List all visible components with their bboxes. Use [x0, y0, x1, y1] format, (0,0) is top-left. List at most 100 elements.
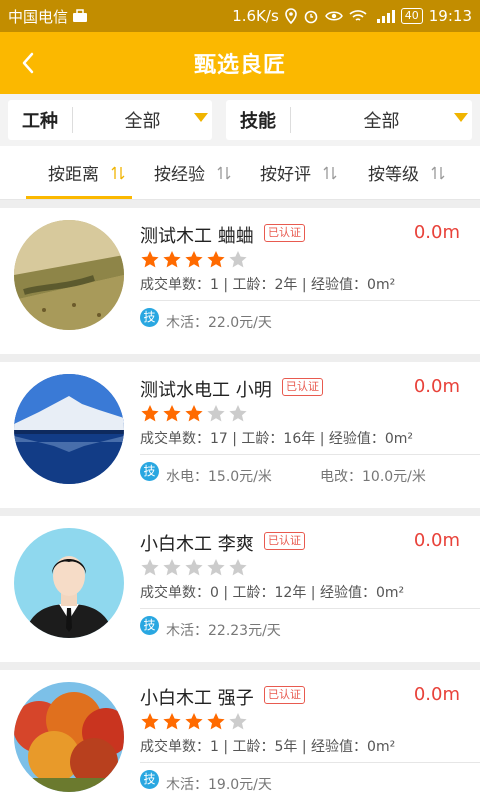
active-tab-indicator	[26, 196, 132, 199]
craftsman-stats: 成交单数：0 | 工龄：12年 | 经验值：0m²	[140, 585, 405, 601]
star-filled-icon	[185, 251, 203, 268]
rating-stars	[140, 404, 248, 423]
status-bar: 中国电信 1.6K/s 40 19:13	[0, 0, 480, 32]
rating-stars	[140, 558, 248, 577]
star-empty-icon	[141, 559, 159, 576]
eye-icon	[324, 11, 343, 21]
craftsman-card[interactable]: 测试木工 蛐蛐 已认证 0.0m 成交单数：1 | 工龄：2年 | 经验值：0m…	[0, 208, 480, 354]
skill-price: 电改：10.0元/米	[320, 469, 426, 485]
card-divider	[140, 454, 480, 455]
distance-label: 0.0m	[413, 376, 460, 397]
skill-label: 技能	[240, 111, 276, 132]
sort-arrows-icon	[323, 166, 337, 179]
avatar	[14, 682, 124, 792]
sort-tab-label: 按经验	[154, 165, 205, 185]
battery-indicator: 40	[400, 8, 423, 24]
sort-tab-label: 按等级	[368, 165, 419, 185]
verified-badge: 已认证	[264, 224, 305, 242]
star-empty-icon	[207, 559, 225, 576]
star-empty-icon	[163, 559, 181, 576]
craftsman-name: 小白木工 李爽	[140, 534, 254, 555]
avatar	[14, 528, 124, 638]
craftsman-name: 测试水电工 小明	[140, 380, 272, 401]
clock: 19:13	[428, 7, 472, 25]
skill-price: 木活：19.0元/天	[166, 777, 272, 793]
verified-badge: 已认证	[264, 532, 305, 550]
trade-type-value: 全部	[124, 111, 161, 132]
sort-tab-experience[interactable]: 按经验	[154, 146, 231, 199]
star-filled-icon	[207, 251, 225, 268]
sort-bar: 按距离 按经验 按好评 按等级	[0, 146, 480, 200]
star-filled-icon	[163, 405, 181, 422]
skill-icon: 技	[140, 616, 159, 635]
sort-tab-level[interactable]: 按等级	[368, 146, 445, 199]
sort-arrows-icon	[111, 166, 125, 179]
distance-label: 0.0m	[413, 222, 460, 243]
distance-label: 0.0m	[413, 684, 460, 705]
rating-stars	[140, 250, 248, 269]
star-empty-icon	[207, 405, 225, 422]
field-landscape-image	[14, 220, 124, 330]
star-filled-icon	[141, 713, 159, 730]
craftsman-name: 测试木工 蛐蛐	[140, 226, 254, 247]
star-filled-icon	[163, 251, 181, 268]
location-icon	[284, 8, 297, 24]
sort-tab-label: 按距离	[48, 165, 99, 185]
back-arrow-icon[interactable]	[14, 48, 44, 78]
lake-mountain-image	[14, 374, 124, 484]
skill-price: 木活：22.0元/天	[166, 315, 272, 331]
status-right: 1.6K/s 40 19:13	[232, 7, 472, 25]
dropdown-arrow-icon	[194, 113, 208, 122]
verified-badge: 已认证	[282, 378, 323, 396]
sort-arrows-icon	[431, 166, 445, 179]
star-filled-icon	[185, 713, 203, 730]
card-divider	[140, 762, 480, 763]
dropdown-arrow-icon	[454, 113, 468, 122]
signal-icon	[376, 10, 395, 23]
businessman-image	[14, 528, 124, 638]
page-title: 甄选良匠	[193, 53, 286, 78]
skill-price: 水电：15.0元/米	[166, 469, 272, 485]
rating-stars	[140, 712, 248, 731]
network-speed: 1.6K/s	[232, 7, 279, 25]
skill-icon: 技	[140, 770, 159, 789]
avatar	[14, 220, 124, 330]
trade-type-label: 工种	[22, 111, 58, 132]
star-filled-icon	[141, 405, 159, 422]
avatar	[14, 374, 124, 484]
star-empty-icon	[229, 251, 247, 268]
card-divider	[140, 300, 480, 301]
trade-type-filter[interactable]: 工种 全部	[8, 100, 212, 140]
distance-label: 0.0m	[413, 530, 460, 551]
title-bar: 甄选良匠	[0, 32, 480, 94]
wifi-icon	[349, 10, 367, 21]
craftsman-stats: 成交单数：1 | 工龄：5年 | 经验值：0m²	[140, 739, 396, 755]
star-empty-icon	[229, 559, 247, 576]
sort-tab-rating[interactable]: 按好评	[260, 146, 337, 199]
card-divider	[140, 608, 480, 609]
star-filled-icon	[141, 251, 159, 268]
skill-value: 全部	[363, 111, 400, 132]
carrier-label: 中国电信	[8, 7, 69, 26]
alarm-icon	[304, 10, 318, 24]
sort-tab-label: 按好评	[260, 165, 311, 185]
star-empty-icon	[229, 405, 247, 422]
briefcase-icon	[73, 9, 88, 22]
star-empty-icon	[185, 559, 203, 576]
star-filled-icon	[185, 405, 203, 422]
filter-bar: 工种 全部 技能 全部	[0, 94, 480, 146]
sort-arrows-icon	[217, 166, 231, 179]
star-filled-icon	[207, 713, 225, 730]
sort-tab-distance[interactable]: 按距离	[48, 146, 125, 199]
skill-icon: 技	[140, 308, 159, 327]
star-empty-icon	[229, 713, 247, 730]
skill-price: 木活：22.23元/天	[166, 623, 281, 639]
craftsman-card[interactable]: 小白木工 李爽 已认证 0.0m 成交单数：0 | 工龄：12年 | 经验值：0…	[0, 516, 480, 662]
star-filled-icon	[163, 713, 181, 730]
craftsman-card[interactable]: 测试水电工 小明 已认证 0.0m 成交单数：17 | 工龄：16年 | 经验值…	[0, 362, 480, 508]
craftsman-stats: 成交单数：1 | 工龄：2年 | 经验值：0m²	[140, 277, 396, 293]
craftsman-name: 小白木工 强子	[140, 688, 254, 709]
craftsman-stats: 成交单数：17 | 工龄：16年 | 经验值：0m²	[140, 431, 414, 447]
skill-filter[interactable]: 技能 全部	[226, 100, 472, 140]
craftsman-card[interactable]: 小白木工 强子 已认证 0.0m 成交单数：1 | 工龄：5年 | 经验值：0m…	[0, 670, 480, 800]
